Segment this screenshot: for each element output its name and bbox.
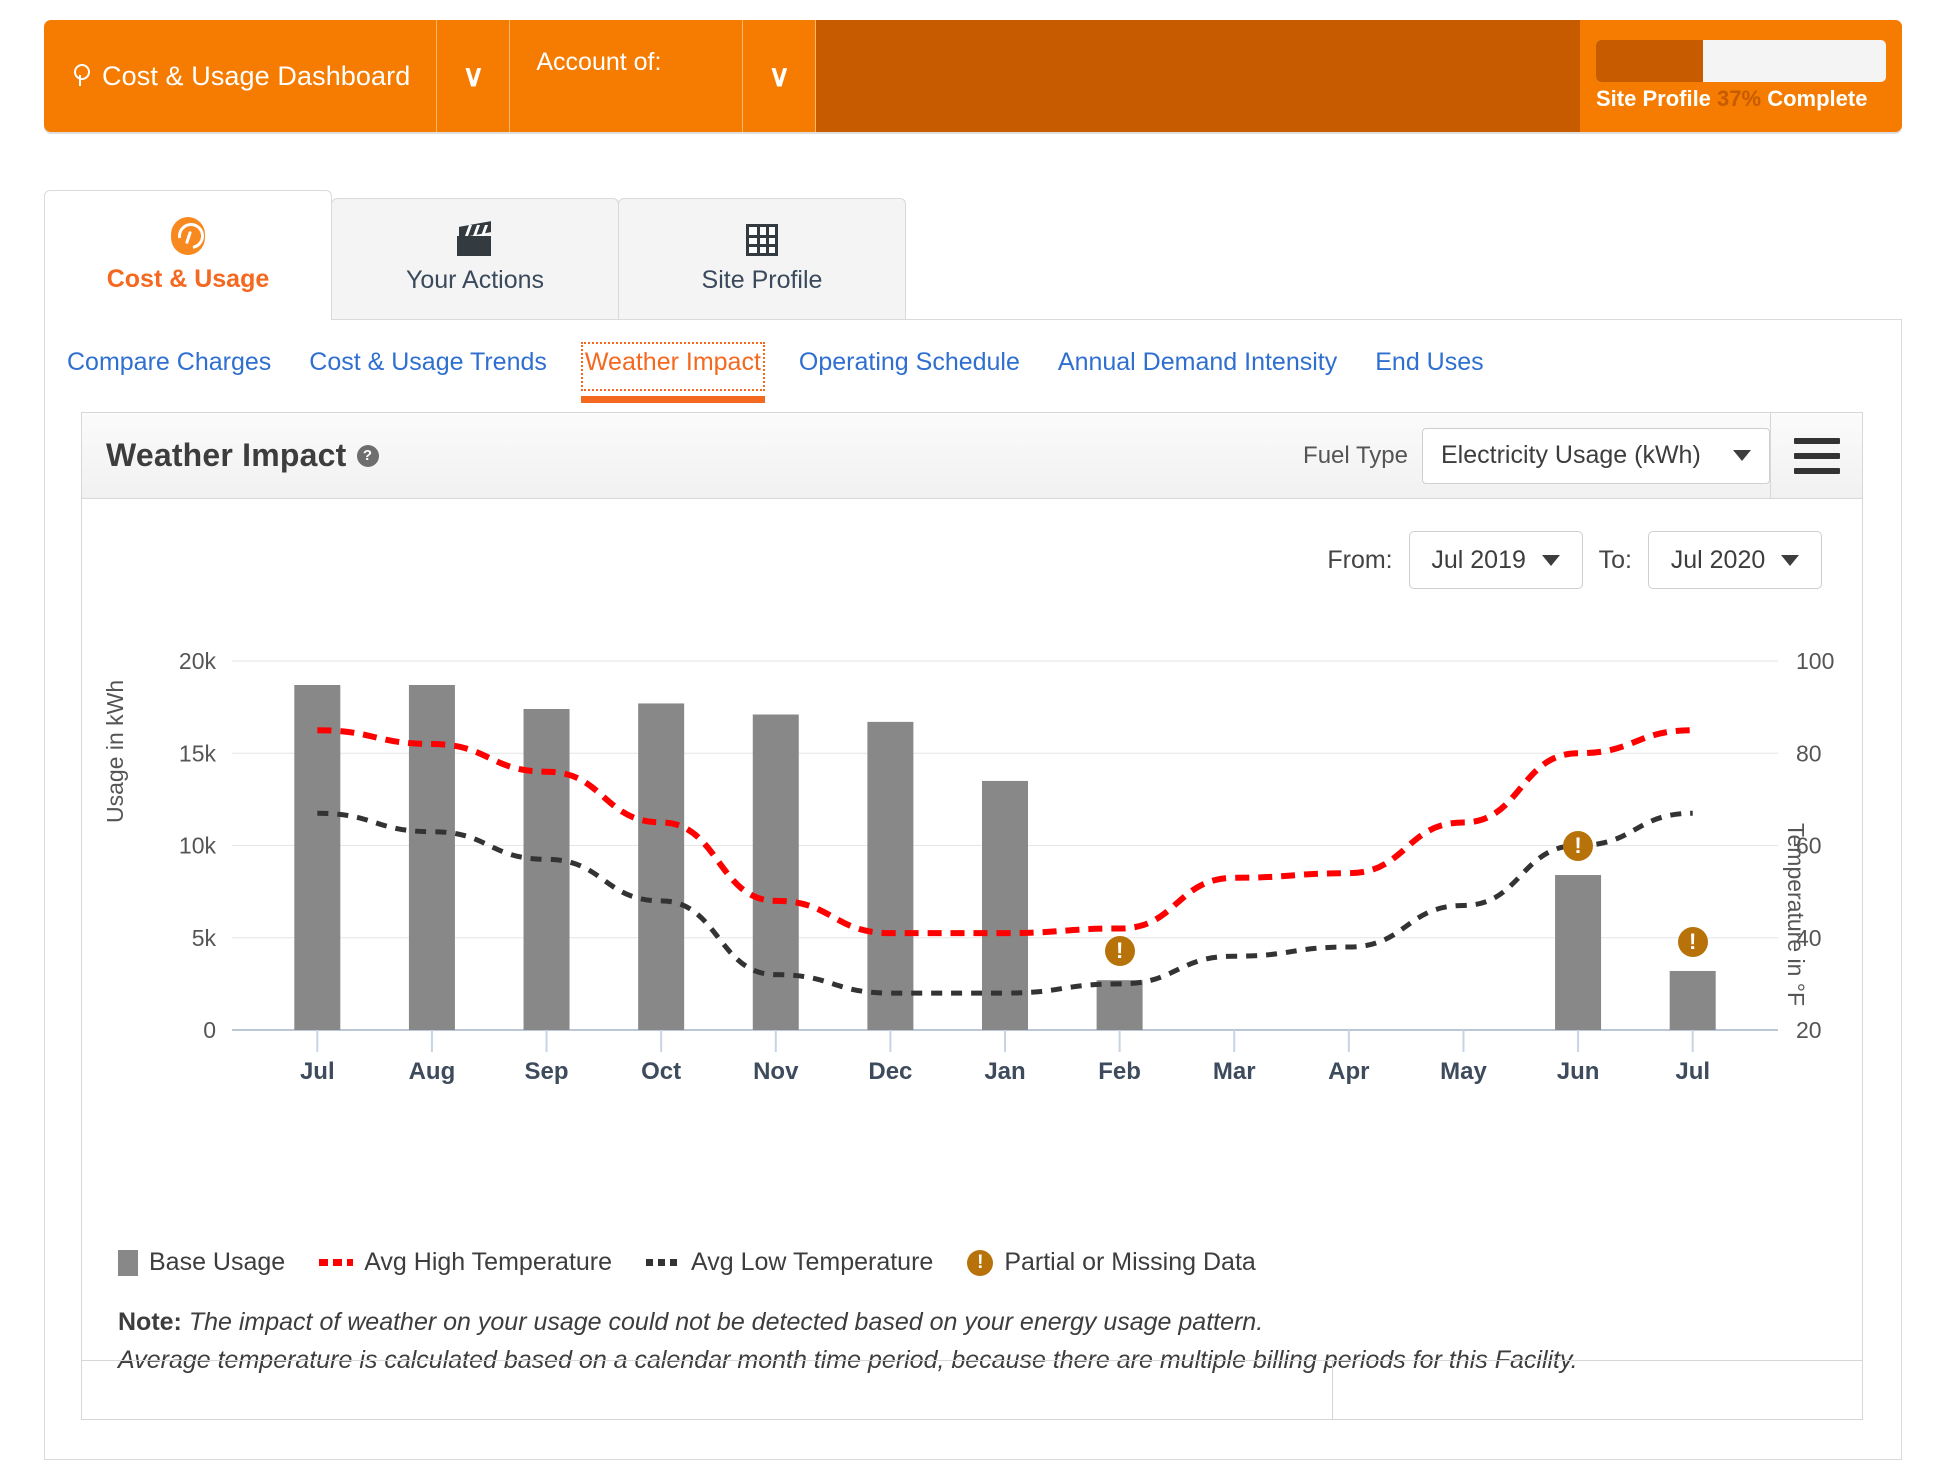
header-filler [816, 20, 1580, 132]
subnav-item-annual-demand-intensity[interactable]: Annual Demand Intensity [1058, 348, 1375, 377]
from-date-select[interactable]: Jul 2019 [1408, 531, 1583, 589]
x-axis-tick-label: Apr [1328, 1058, 1370, 1085]
x-axis-tick-label: Nov [753, 1058, 799, 1085]
legend-label-avg-high-temperature: Avg High Temperature [364, 1248, 613, 1276]
x-axis-tick-label: Jun [1556, 1058, 1600, 1085]
tab-cost-and-usage[interactable]: Cost & Usage [44, 190, 332, 320]
legend-label-partial-or-missing-data: Partial or Missing Data [1004, 1248, 1256, 1276]
subnav: Compare Charges Cost & Usage Trends Weat… [67, 342, 1522, 403]
active-tab-underline [580, 396, 765, 403]
from-date-value: Jul 2019 [1431, 545, 1526, 574]
focus-outline [580, 342, 765, 391]
subnav-item-cost-usage-trends[interactable]: Cost & Usage Trends [309, 348, 585, 377]
legend-label-base-usage: Base Usage [149, 1248, 286, 1276]
question-mark-icon[interactable]: ? [356, 444, 379, 467]
to-date-value: Jul 2020 [1670, 545, 1766, 574]
clapperboard-icon [455, 221, 495, 256]
dashboard-title: Cost & Usage Dashboard [44, 61, 436, 92]
legend-item-avg-low-temperature: Avg Low Temperature [646, 1248, 933, 1277]
to-label: To: [1598, 545, 1632, 574]
grid-icon [746, 224, 778, 256]
primary-tab-strip: Cost & Usage Your Actions Site Profile [44, 190, 1902, 320]
site-profile-progress-fill [1596, 40, 1704, 82]
subnav-item-weather-impact[interactable]: Weather Impact [580, 342, 799, 403]
legend-item-partial-or-missing-data: ! Partial or Missing Data [967, 1248, 1256, 1277]
from-label: From: [1327, 545, 1393, 574]
warning-icon[interactable]: ! [1677, 926, 1708, 957]
account-label: Account of: [536, 48, 662, 76]
x-axis-tick-label: Feb [1098, 1058, 1141, 1085]
x-axis-tick-label: Oct [641, 1058, 682, 1085]
x-axis-tick-label: Mar [1212, 1058, 1256, 1085]
account-dropdown-caret[interactable]: ∨ [743, 20, 815, 132]
x-axis-tick-label: May [1440, 1058, 1487, 1085]
page-root: Cost & Usage Dashboard ∨ Account of: ∨ S… [0, 0, 1946, 1460]
to-date-select[interactable]: Jul 2020 [1648, 531, 1822, 589]
chart-note-line-1: Note: The impact of weather on your usag… [118, 1303, 1838, 1341]
dashboard-dropdown-caret[interactable]: ∨ [437, 20, 509, 132]
legend-item-avg-high-temperature: Avg High Temperature [319, 1248, 612, 1277]
red-dashed-line-icon [319, 1259, 354, 1266]
panel-header-controls: Fuel Type Electricity Usage (kWh) [1303, 413, 1862, 498]
warning-icon: ! [967, 1249, 994, 1276]
fuel-type-value: Electricity Usage (kWh) [1441, 441, 1701, 469]
tab-site-profile-label: Site Profile [701, 266, 823, 294]
subnav-item-operating-schedule[interactable]: Operating Schedule [799, 348, 1058, 377]
tab-site-profile[interactable]: Site Profile [618, 198, 906, 320]
gauge-icon [171, 217, 205, 255]
dark-dashed-line-icon [646, 1259, 681, 1266]
dashboard-selector[interactable]: Cost & Usage Dashboard [44, 20, 436, 132]
chart-note: Note: The impact of weather on your usag… [118, 1303, 1838, 1379]
warning-icon[interactable]: ! [1104, 936, 1135, 967]
tab-cost-and-usage-label: Cost & Usage [106, 265, 270, 293]
tab-your-actions[interactable]: Your Actions [331, 198, 619, 320]
bar-swatch-icon [118, 1249, 138, 1276]
panel-title-label: Weather Impact [106, 437, 347, 473]
fuel-type-select[interactable]: Electricity Usage (kWh) [1422, 427, 1770, 484]
x-axis-tick-label: Jul [299, 1058, 335, 1085]
legend-item-base-usage: Base Usage [118, 1248, 285, 1277]
chart-note-prefix: Note: [118, 1308, 182, 1336]
weather-impact-panel: Weather Impact ? Fuel Type Electricity U… [81, 412, 1863, 1420]
app-header: Cost & Usage Dashboard ∨ Account of: ∨ S… [44, 20, 1902, 132]
chevron-down-icon [1541, 554, 1560, 566]
panel-footer-vertical-rule [1332, 1361, 1333, 1419]
content-frame: Compare Charges Cost & Usage Trends Weat… [44, 319, 1902, 1460]
chevron-down-icon [1733, 450, 1751, 461]
fuel-type-label: Fuel Type [1303, 441, 1408, 469]
subnav-item-end-uses[interactable]: End Uses [1375, 348, 1521, 377]
x-axis-tick-label: Sep [524, 1058, 569, 1085]
site-profile-progress-widget[interactable]: Site Profile 37% Complete [1580, 20, 1902, 132]
site-profile-percent: 37% [1717, 86, 1762, 111]
x-axis-tick-label: Jan [984, 1058, 1026, 1085]
panel-header: Weather Impact ? Fuel Type Electricity U… [82, 413, 1862, 499]
chart-legend: Base Usage Avg High Temperature Avg Low … [118, 1248, 1256, 1277]
site-profile-prefix: Site Profile [1596, 86, 1711, 111]
x-axis-tick-label: Aug [408, 1058, 456, 1085]
date-range-controls: From: Jul 2019 To: Jul 2020 [1327, 531, 1822, 589]
subnav-item-compare-charges[interactable]: Compare Charges [67, 348, 309, 377]
lightbulb-icon [72, 64, 90, 88]
tab-your-actions-label: Your Actions [405, 266, 545, 294]
panel-footer-divider [82, 1360, 1862, 1361]
warning-icon[interactable]: ! [1563, 831, 1594, 862]
x-axis-tick-label: Jul [1675, 1058, 1711, 1085]
legend-label-avg-low-temperature: Avg Low Temperature [691, 1248, 934, 1276]
x-axis-tick-label: Dec [868, 1058, 913, 1085]
hamburger-menu-icon[interactable] [1770, 413, 1862, 498]
chart-note-text-1: The impact of weather on your usage coul… [188, 1308, 1264, 1336]
chevron-down-icon [1781, 554, 1800, 566]
dashboard-title-label: Cost & Usage Dashboard [102, 60, 411, 91]
site-profile-progress-label: Site Profile 37% Complete [1596, 86, 1886, 112]
site-profile-suffix: Complete [1767, 86, 1868, 111]
site-profile-progress-bar [1596, 40, 1886, 82]
panel-title: Weather Impact ? [106, 437, 379, 474]
weather-impact-chart[interactable]: Usage in kWh Temperature in °F 0 5k 10k 15k… [82, 623, 1864, 1193]
